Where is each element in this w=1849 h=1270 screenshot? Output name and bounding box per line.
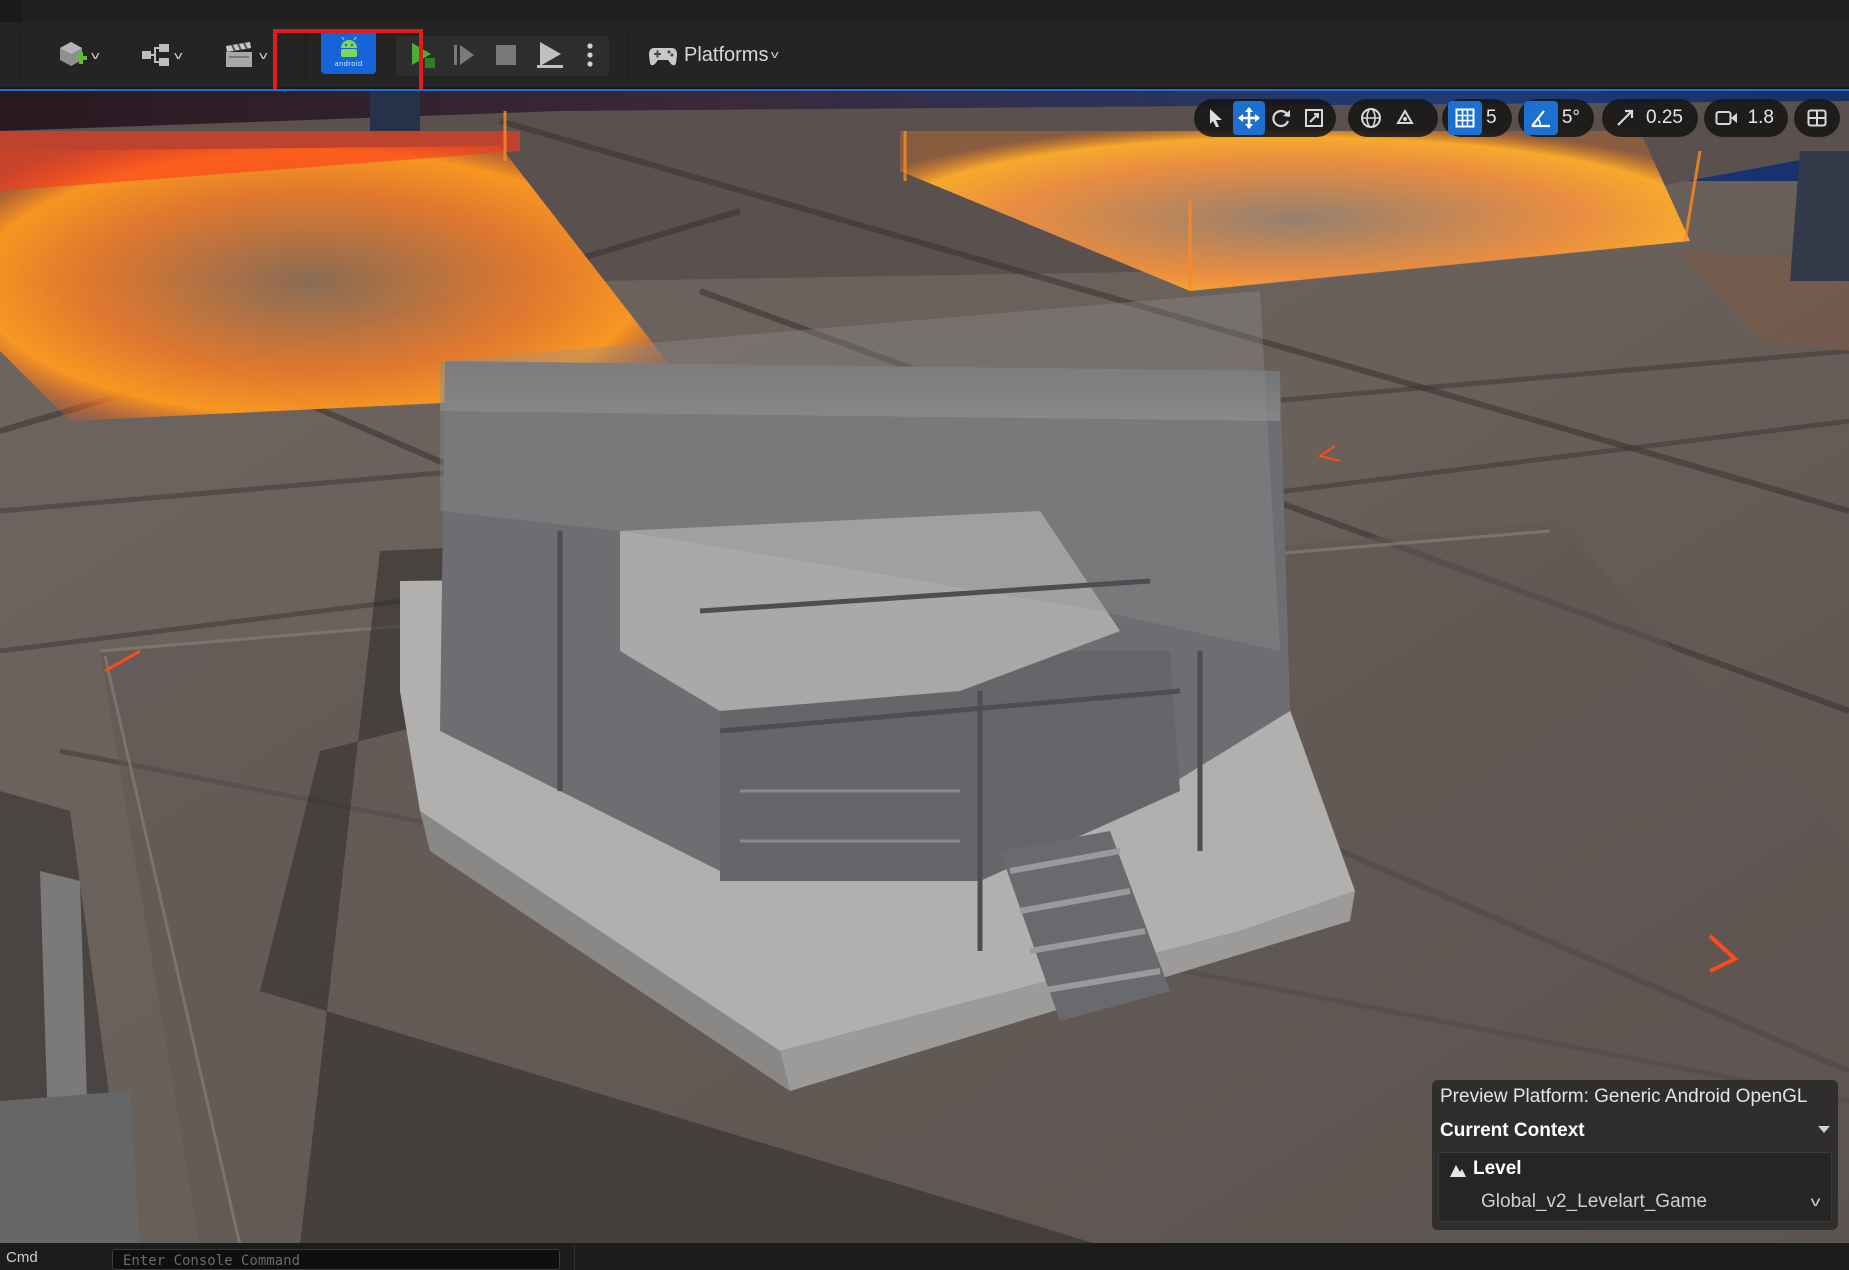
toolbar-separator xyxy=(305,32,306,78)
level-context-box[interactable]: Level Global_v2_Levelart_Game v xyxy=(1438,1152,1832,1222)
rotation-snap-control[interactable]: 5° xyxy=(1518,99,1594,137)
cursor-icon xyxy=(1210,109,1223,127)
more-vertical-icon xyxy=(587,43,593,67)
rotation-snap-value[interactable]: 5° xyxy=(1558,107,1588,129)
eject-icon xyxy=(537,42,563,68)
status-bar: Cmd Enter Console Command xyxy=(0,1243,1849,1270)
level-viewport[interactable]: 5 5° 0.25 1.8 Preview Platform: Generic … xyxy=(0,89,1849,1243)
stop-button[interactable] xyxy=(488,36,524,74)
clapperboard-icon xyxy=(225,42,252,67)
preview-platform-panel: Preview Platform: Generic Android OpenGL… xyxy=(1432,1080,1838,1230)
transform-tools xyxy=(1194,99,1336,137)
android-icon xyxy=(340,37,357,57)
grid-icon xyxy=(1455,108,1475,128)
title-bar xyxy=(0,0,1849,22)
scale-tool[interactable] xyxy=(1298,101,1331,135)
level-label: Level xyxy=(1473,1158,1522,1179)
angle-icon xyxy=(1531,110,1550,128)
cinematics-button[interactable]: v xyxy=(216,36,274,74)
toolbar-separator xyxy=(628,32,629,78)
blueprint-icon xyxy=(141,44,169,66)
coordinate-tools xyxy=(1348,99,1438,137)
level-value[interactable]: Global_v2_Levelart_Game xyxy=(1481,1191,1707,1213)
add-actor-icon xyxy=(59,42,87,66)
layout-control[interactable] xyxy=(1794,99,1840,137)
translate-tool[interactable] xyxy=(1232,101,1265,135)
android-label: android xyxy=(334,60,363,68)
eject-button[interactable] xyxy=(530,36,570,74)
play-icon xyxy=(412,43,435,68)
scale-snap-value[interactable]: 0.25 xyxy=(1642,107,1691,129)
layout-grid-icon xyxy=(1807,109,1827,127)
viewport-layout-button[interactable] xyxy=(1800,101,1834,135)
scene-render xyxy=(0,91,1849,1243)
preview-platform-text: Preview Platform: Generic Android OpenGL xyxy=(1440,1086,1808,1107)
main-toolbar: v v v android Platforms v xyxy=(0,22,1849,128)
play-button[interactable] xyxy=(402,36,442,74)
scale-snap-icon xyxy=(1617,109,1634,126)
grid-snap-value[interactable]: 5 xyxy=(1482,107,1505,129)
toolbar-separator xyxy=(20,32,21,78)
title-bar-strip xyxy=(22,0,1849,22)
frame-advance-icon xyxy=(454,45,474,65)
play-controls xyxy=(396,36,609,76)
surface-snap-toggle[interactable] xyxy=(1388,101,1422,135)
console-command-input[interactable]: Enter Console Command xyxy=(112,1249,560,1270)
gamepad-icon xyxy=(649,48,677,66)
add-actor-button[interactable]: v xyxy=(50,36,106,74)
android-platform-button[interactable]: android xyxy=(321,31,376,74)
rotate-tool[interactable] xyxy=(1265,101,1298,135)
stop-icon xyxy=(496,45,516,65)
current-context-label[interactable]: Current Context xyxy=(1440,1120,1585,1142)
camera-speed-control[interactable]: 1.8 xyxy=(1704,99,1788,137)
globe-icon xyxy=(1361,108,1381,128)
world-space-toggle[interactable] xyxy=(1354,101,1388,135)
platforms-label: Platforms xyxy=(684,43,769,66)
scale-snap-toggle[interactable] xyxy=(1608,101,1642,135)
camera-speed-value[interactable]: 1.8 xyxy=(1744,107,1782,129)
status-separator xyxy=(574,1245,575,1270)
scale-icon xyxy=(1304,109,1323,127)
grid-snap-control[interactable]: 5 xyxy=(1442,99,1512,137)
chevron-down-icon: v xyxy=(771,49,780,61)
video-camera-icon xyxy=(1715,111,1737,125)
chevron-down-icon[interactable]: v xyxy=(1811,1193,1821,1209)
rotate-icon xyxy=(1272,109,1291,128)
play-options-button[interactable] xyxy=(576,36,604,74)
move-icon xyxy=(1237,107,1260,129)
chevron-down-icon: v xyxy=(173,48,183,62)
level-icon xyxy=(1450,1165,1466,1177)
blueprint-button[interactable]: v xyxy=(133,36,189,74)
context-dropdown-arrow-icon[interactable] xyxy=(1818,1126,1830,1133)
platforms-menu[interactable]: Platforms v xyxy=(648,36,780,74)
cmd-label[interactable]: Cmd xyxy=(6,1249,38,1266)
rotation-snap-toggle[interactable] xyxy=(1524,101,1558,135)
scale-snap-control[interactable]: 0.25 xyxy=(1602,99,1698,137)
advance-frame-button[interactable] xyxy=(446,36,482,74)
surface-snap-icon xyxy=(1396,109,1414,124)
select-tool[interactable] xyxy=(1200,101,1233,135)
grid-snap-toggle[interactable] xyxy=(1448,101,1482,135)
chevron-down-icon: v xyxy=(90,48,100,62)
chevron-down-icon: v xyxy=(258,48,268,62)
camera-speed-toggle[interactable] xyxy=(1710,101,1744,135)
